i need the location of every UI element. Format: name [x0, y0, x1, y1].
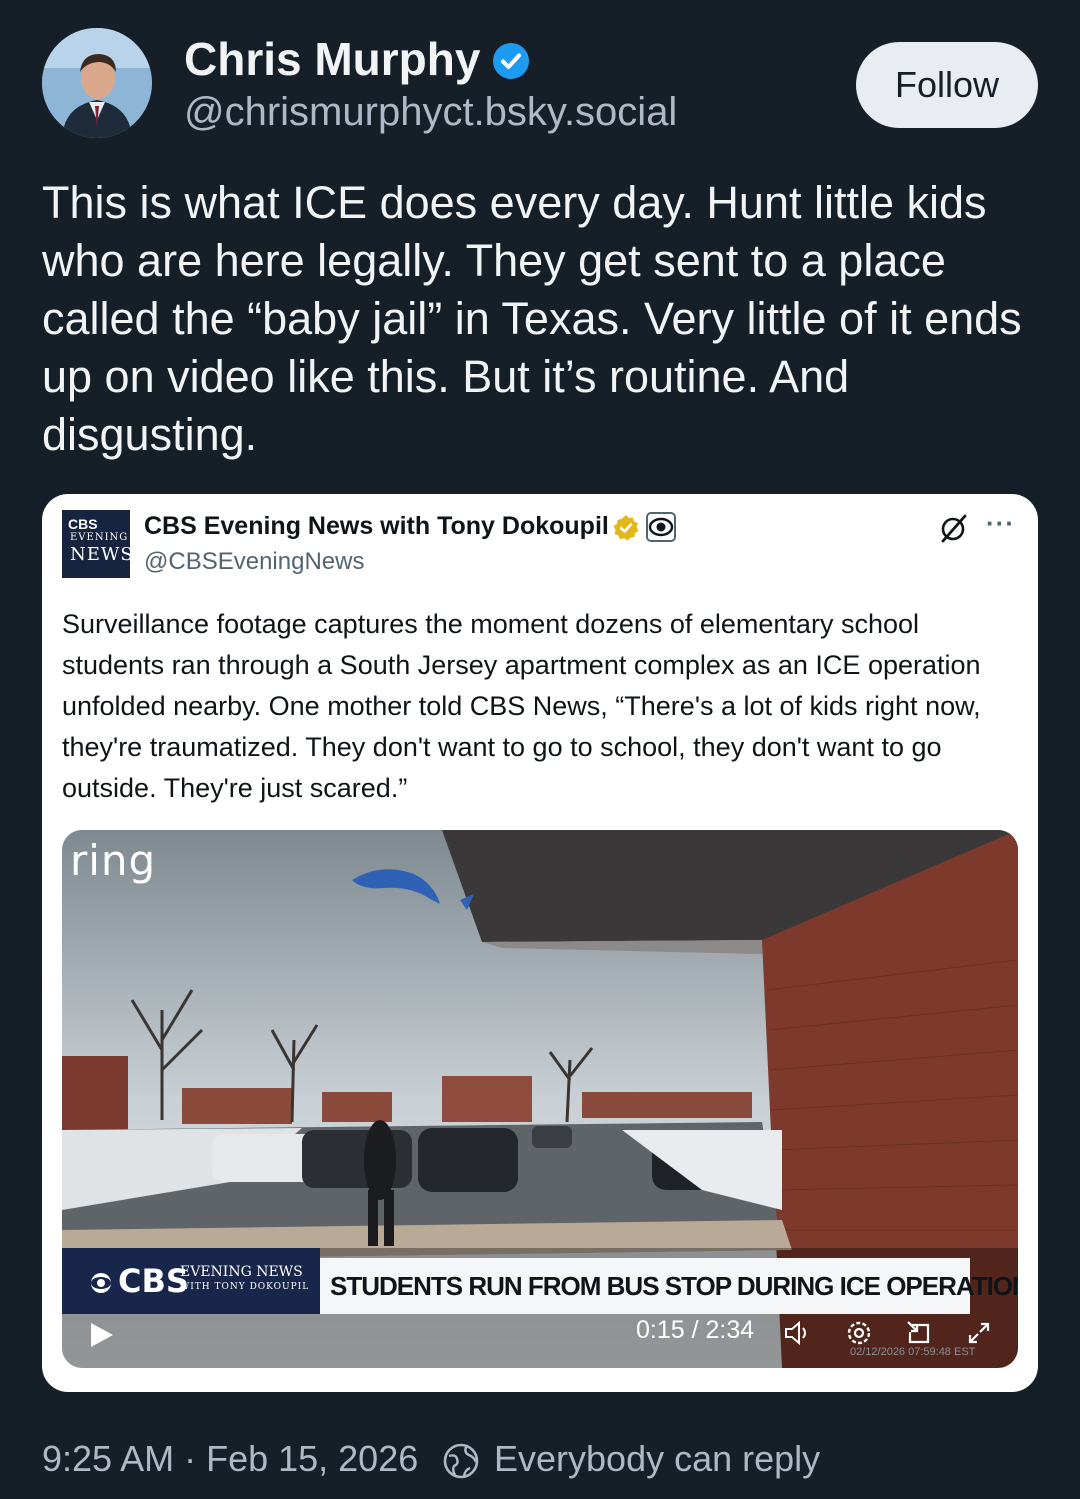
play-icon[interactable] — [86, 1320, 116, 1350]
affiliate-eye-icon — [646, 512, 676, 542]
author-name[interactable]: Chris Murphy — [184, 32, 480, 86]
cbs-network-text: CBS — [118, 1262, 189, 1300]
evening-news-text: EVENING NEWS — [180, 1264, 303, 1280]
grok-icon[interactable] — [938, 512, 970, 544]
logo-news-text: NEWS — [70, 544, 134, 565]
author-handle[interactable]: @chrismurphyct.bsky.social — [184, 90, 677, 135]
news-lower-third: CBS EVENING NEWS WITH TONY DOKOUPIL STUD… — [62, 1248, 1018, 1318]
settings-gear-icon[interactable] — [844, 1318, 874, 1348]
fullscreen-icon[interactable] — [964, 1318, 994, 1348]
reply-setting-label: Everybody can reply — [494, 1438, 821, 1479]
reply-setting-globe-icon — [443, 1443, 479, 1479]
camera-timestamp: 02/12/2026 07:59:48 EST — [850, 1346, 976, 1358]
verified-badge-icon — [493, 43, 529, 79]
cbs-evening-news-banner: CBS EVENING NEWS WITH TONY DOKOUPIL — [62, 1248, 320, 1314]
quoted-author-handle[interactable]: @CBSEveningNews — [144, 548, 364, 576]
ring-watermark: ring — [70, 836, 157, 885]
post-text: This is what ICE does every day. Hunt li… — [42, 177, 1022, 460]
picture-in-picture-icon[interactable] — [904, 1318, 934, 1348]
quoted-post-text: Surveillance footage captures the moment… — [62, 609, 981, 803]
logo-cbs-text: CBS — [68, 516, 98, 532]
with-tony-dokoupil-text: WITH TONY DOKOUPIL — [180, 1282, 310, 1292]
volume-icon[interactable] — [782, 1318, 812, 1348]
post-timestamp[interactable]: 9:25 AM · Feb 15, 2026 — [42, 1438, 418, 1480]
quoted-post-card[interactable]: CBS EVENING NEWS CBS Evening News with T… — [42, 494, 1038, 1392]
cbs-evening-news-avatar[interactable]: CBS EVENING NEWS — [62, 510, 133, 578]
video-time: 0:15 / 2:34 — [636, 1316, 755, 1344]
more-options-button[interactable]: ··· — [986, 508, 1015, 539]
logo-evening-text: EVENING — [70, 532, 129, 543]
gold-verified-badge-icon — [613, 515, 639, 541]
quoted-author-name[interactable]: CBS Evening News with Tony Dokoupil — [144, 512, 609, 541]
video-player[interactable]: ring CBS EVENING NEWS WITH TONY DOKOUPIL… — [62, 830, 1018, 1368]
video-controls: 0:15 / 2:34 02/12/2026 07:59:48 EST — [62, 1316, 1018, 1368]
cbs-eye-icon — [91, 1273, 111, 1293]
author-avatar[interactable] — [42, 28, 152, 138]
video-headline: STUDENTS RUN FROM BUS STOP DURING ICE OP… — [320, 1258, 1018, 1314]
follow-button[interactable]: Follow — [856, 42, 1038, 128]
